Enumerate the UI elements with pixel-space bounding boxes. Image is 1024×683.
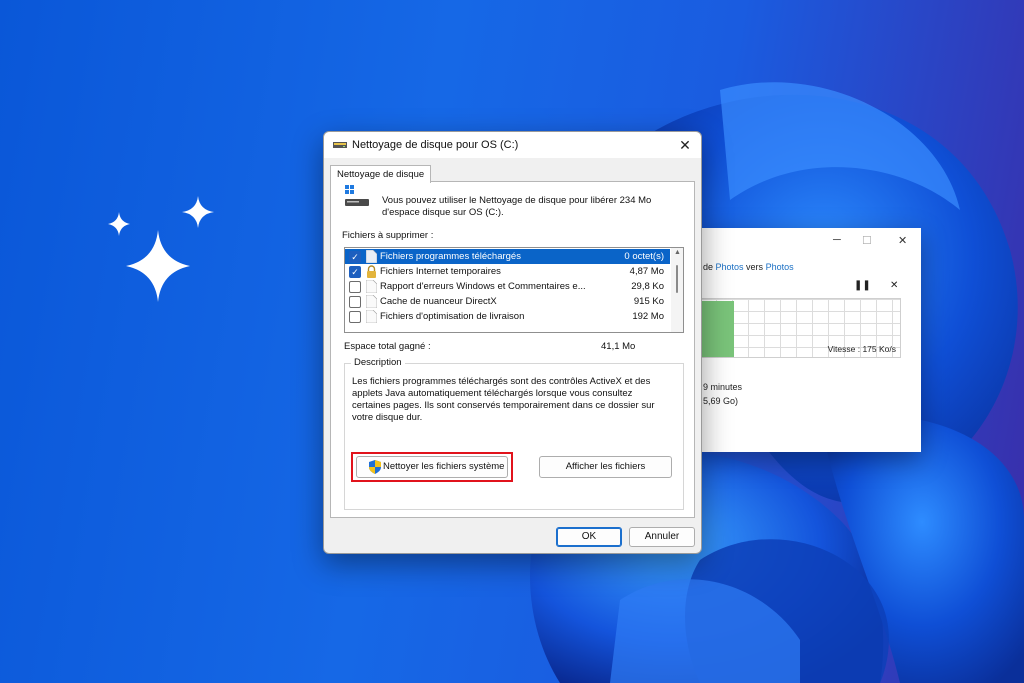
tab-panel: Vous pouvez utiliser le Nettoyage de dis… bbox=[330, 181, 695, 518]
drive-icon bbox=[345, 185, 369, 206]
maximize-icon[interactable]: ☐ bbox=[862, 234, 872, 247]
item-size: 0 octet(s) bbox=[624, 251, 664, 262]
minimize-icon[interactable]: ─ bbox=[833, 234, 841, 246]
disk-cleanup-dialog: Nettoyage de disque pour OS (C:) ✕ Netto… bbox=[323, 131, 702, 554]
item-size: 4,87 Mo bbox=[629, 266, 664, 277]
total-space-value: 41,1 Mo bbox=[601, 341, 636, 352]
sparkles-icon bbox=[108, 196, 214, 302]
description-group: Description Les fichiers programmes télé… bbox=[344, 357, 684, 510]
file-icon bbox=[366, 295, 377, 308]
close-icon[interactable]: ✕ bbox=[898, 234, 907, 247]
tab-disk-cleanup[interactable]: Nettoyage de disque bbox=[330, 165, 432, 183]
pause-icon[interactable]: ❚❚ bbox=[854, 280, 871, 291]
checkbox[interactable]: ✓ bbox=[349, 251, 361, 263]
item-label: Fichiers d'optimisation de livraison bbox=[380, 311, 525, 322]
checkbox[interactable]: ✓ bbox=[349, 266, 361, 278]
file-icon bbox=[366, 310, 377, 323]
list-item[interactable]: Cache de nuanceur DirectX 915 Ko bbox=[345, 294, 670, 309]
clean-system-files-button[interactable]: Nettoyer les fichiers système bbox=[356, 456, 508, 478]
source-link[interactable]: Photos bbox=[716, 262, 744, 272]
list-item[interactable]: ✓ Fichiers Internet temporaires 4,87 Mo bbox=[345, 264, 670, 279]
route-middle: vers bbox=[743, 262, 766, 272]
files-list[interactable]: ✓ Fichiers programmes téléchargés 0 octe… bbox=[344, 247, 684, 333]
description-title: Description bbox=[351, 357, 405, 368]
close-icon[interactable]: ✕ bbox=[675, 135, 695, 155]
files-to-delete-label: Fichiers à supprimer : bbox=[342, 230, 434, 241]
file-icon bbox=[366, 250, 377, 263]
size-remaining: 5,69 Go) bbox=[703, 396, 739, 406]
clean-system-files-label: Nettoyer les fichiers système bbox=[383, 461, 505, 472]
speed-label: Vitesse : 175 Ko/s bbox=[827, 344, 896, 354]
checkbox[interactable] bbox=[349, 311, 361, 323]
progress-fill bbox=[700, 301, 734, 357]
copy-route: de Photos vers Photos bbox=[703, 262, 794, 272]
cancel-copy-icon[interactable]: ✕ bbox=[890, 280, 898, 291]
intro-text: Vous pouvez utiliser le Nettoyage de dis… bbox=[382, 195, 652, 218]
time-remaining: 9 minutes bbox=[703, 382, 743, 392]
destination-link[interactable]: Photos bbox=[766, 262, 794, 272]
ok-button[interactable]: OK bbox=[556, 527, 622, 547]
cancel-button[interactable]: Annuler bbox=[629, 527, 695, 547]
uac-shield-icon bbox=[369, 460, 381, 474]
file-icon bbox=[366, 280, 377, 293]
list-item[interactable]: Fichiers d'optimisation de livraison 192… bbox=[345, 309, 670, 324]
speed-graph: Vitesse : 175 Ko/s bbox=[700, 298, 901, 358]
checkbox[interactable] bbox=[349, 296, 361, 308]
item-size: 915 Ko bbox=[633, 296, 664, 307]
checkbox[interactable] bbox=[349, 281, 361, 293]
scroll-thumb[interactable] bbox=[676, 265, 678, 293]
item-label: Cache de nuanceur DirectX bbox=[380, 296, 497, 307]
dialog-title: Nettoyage de disque pour OS (C:) bbox=[352, 139, 519, 151]
item-label: Fichiers Internet temporaires bbox=[380, 266, 501, 277]
item-size: 29,8 Ko bbox=[631, 281, 664, 292]
description-text: Les fichiers programmes téléchargés sont… bbox=[352, 376, 655, 423]
scroll-up-icon[interactable]: ▲ bbox=[674, 249, 681, 256]
item-size: 192 Mo bbox=[632, 311, 664, 322]
view-files-button[interactable]: Afficher les fichiers bbox=[539, 456, 672, 478]
disk-cleanup-icon bbox=[333, 142, 347, 148]
lock-icon bbox=[367, 265, 376, 278]
item-label: Rapport d'erreurs Windows et Commentaire… bbox=[380, 281, 586, 292]
list-scrollbar[interactable]: ▲ bbox=[671, 248, 683, 332]
list-item[interactable]: Rapport d'erreurs Windows et Commentaire… bbox=[345, 279, 670, 294]
route-prefix: de bbox=[703, 262, 716, 272]
total-space-label: Espace total gagné : bbox=[344, 341, 431, 352]
file-copy-window[interactable]: ─ ☐ ✕ de Photos vers Photos ❚❚ ✕ Vitesse… bbox=[700, 228, 921, 452]
list-item[interactable]: ✓ Fichiers programmes téléchargés 0 octe… bbox=[345, 249, 670, 264]
title-bar[interactable]: Nettoyage de disque pour OS (C:) ✕ bbox=[324, 132, 701, 158]
item-label: Fichiers programmes téléchargés bbox=[380, 251, 521, 262]
